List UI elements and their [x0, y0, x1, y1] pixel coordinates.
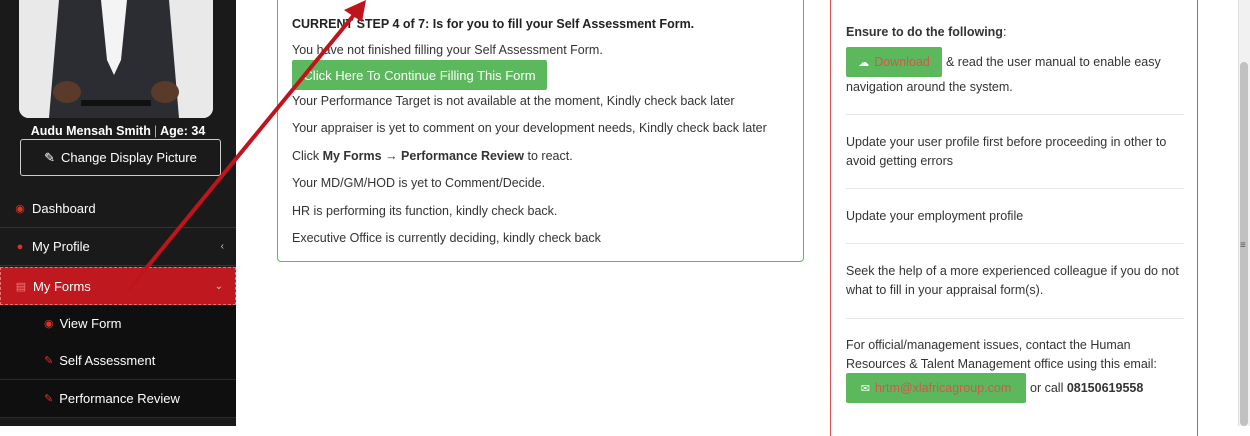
tip-contact-hr: For official/management issues, contact … — [846, 338, 1157, 371]
tip-employment-profile: Update your employment profile — [846, 209, 1024, 223]
edit-icon: ✎ — [44, 355, 54, 367]
divider — [846, 318, 1184, 319]
tip-seek-help: Seek the help of a more experienced coll… — [846, 264, 1179, 297]
cloud-download-icon: ☁ — [858, 56, 870, 69]
sidebar-item-my-profile[interactable]: ● My Profile ‹ — [0, 228, 236, 266]
call-line: or call 08150619558 — [1030, 379, 1190, 398]
forms-icon: ▤ — [15, 280, 27, 293]
sidebar-item-label: Dashboard — [32, 201, 96, 216]
tip-update-profile: Update your user profile first before pr… — [846, 135, 1167, 168]
edit-icon: ✎ — [44, 393, 54, 405]
user-name-age: Audu Mensah Smith | Age: 34 — [30, 124, 206, 138]
download-instruction-cont: navigation around the system. — [846, 80, 1013, 94]
scrollbar-grip-icon: ≡ — [1240, 240, 1246, 251]
sidebar-subitem-performance-review[interactable]: ✎ Performance Review — [0, 380, 236, 418]
divider — [846, 243, 1184, 244]
avatar — [19, 0, 213, 118]
user-age: Age: 34 — [160, 124, 206, 138]
chevron-down-icon: ⌄ — [214, 280, 223, 292]
md-status: Your MD/GM/HOD is yet to Comment/Decide. — [292, 176, 546, 190]
divider — [846, 188, 1184, 189]
or-call-text: or call — [1030, 381, 1064, 395]
email-hr-button[interactable]: ✉ hrtm@xlafricagroup.com — [846, 373, 1026, 403]
user-icon: ● — [16, 240, 24, 253]
download-instruction: & read the user manual to enable easy — [946, 55, 1161, 69]
dashboard-icon: ◉ — [15, 203, 25, 215]
executive-status: Executive Office is currently deciding, … — [292, 231, 601, 245]
sidebar-item-label: View Form — [59, 316, 122, 331]
sidebar-item-dashboard[interactable]: ◉ Dashboard — [0, 190, 236, 228]
download-button-label: Download — [874, 55, 930, 69]
sidebar-subitem-self-assessment[interactable]: ✎ Self Assessment — [0, 342, 236, 380]
download-manual-button[interactable]: ☁ Download — [846, 47, 942, 77]
guidance-heading-text: Ensure to do the following — [846, 25, 1003, 39]
not-finished-text: You have not finished filling your Self … — [292, 43, 603, 57]
user-name: Audu Mensah Smith — [30, 124, 151, 138]
performance-target-status: Your Performance Target is not available… — [292, 94, 735, 108]
instruction-path: My Forms → Performance Review — [322, 149, 525, 163]
envelope-icon: ✉ — [860, 382, 870, 395]
sidebar-item-label: My Profile — [32, 239, 90, 254]
continue-filling-button[interactable]: Click Here To Continue Filling This Form — [292, 60, 547, 90]
sidebar-item-label: My Forms — [33, 278, 91, 294]
change-display-picture-label: Change Display Picture — [61, 150, 197, 165]
current-step-title: CURRENT STEP 4 of 7: Is for you to fill … — [292, 17, 695, 31]
divider — [846, 114, 1184, 115]
eye-icon: ◉ — [44, 318, 54, 330]
performance-review-instruction: Click My Forms → Performance Review to r… — [292, 149, 573, 163]
sidebar-item-my-forms[interactable]: ▤ My Forms ⌄ — [0, 267, 236, 305]
hr-status: HR is performing its function, kindly ch… — [292, 204, 558, 218]
phone-number: 08150619558 — [1066, 381, 1144, 395]
appraiser-status: Your appraiser is yet to comment on your… — [292, 121, 767, 135]
guidance-heading: Ensure to do the following: — [846, 25, 1007, 39]
sidebar-item-label: Self Assessment — [59, 353, 156, 368]
change-display-picture-button[interactable]: ✎ Change Display Picture — [20, 139, 221, 176]
sidebar-subitem-view-form[interactable]: ◉ View Form — [0, 305, 236, 343]
email-address: hrtm@xlafricagroup.com — [874, 381, 1012, 395]
pencil-icon: ✎ — [44, 149, 56, 165]
instruction-prefix: Click — [292, 149, 323, 163]
chevron-left-icon: ‹ — [220, 241, 224, 252]
sidebar-item-label: Performance Review — [59, 391, 180, 406]
instruction-suffix: to react. — [524, 149, 573, 163]
